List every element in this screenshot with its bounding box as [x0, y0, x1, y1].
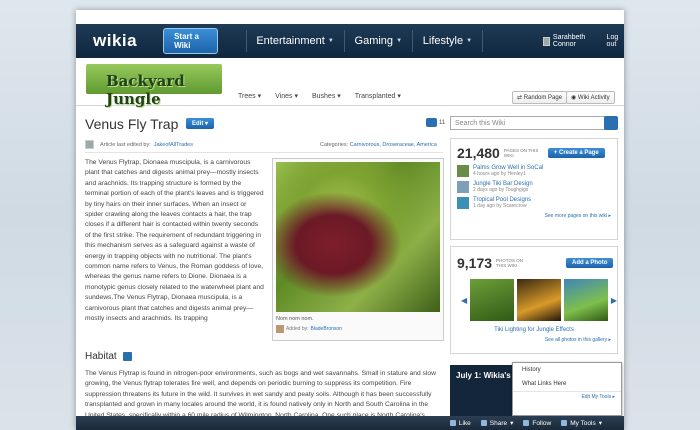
carousel-image[interactable]: [470, 279, 515, 321]
user-menu[interactable]: Sarahbeth Connor: [542, 34, 595, 48]
chevron-left-icon[interactable]: ◀: [461, 296, 467, 305]
photo-attribution: Added by: BladeBronson: [276, 325, 440, 333]
mytools-button[interactable]: My Tools ▾: [561, 419, 602, 427]
photos-module: 9,173 PHOTOS ON THIS WIKI Add a Photo ◀ …: [450, 246, 618, 354]
habitat-paragraph: The Venus Flytrap is found in nitrogen-p…: [85, 370, 436, 419]
category-links[interactable]: Carnivorous, Droseraceae, America: [350, 142, 437, 148]
list-item[interactable]: Palms Grow Well in SoCal 4 hours ago by H…: [457, 165, 617, 177]
categories: Categories: Carnivorous, Droseraceae, Am…: [320, 142, 437, 148]
like-button[interactable]: Like: [449, 420, 471, 427]
wiki-nav: Trees ▾ Vines ▾ Bushes ▾ Transplanted ▾: [238, 92, 401, 100]
chevron-right-icon[interactable]: ▶: [611, 296, 617, 305]
wiki-nav-trees[interactable]: Trees ▾: [238, 92, 261, 100]
global-nav: wikia Start a Wiki Entertainment ▼ Gaming…: [76, 24, 624, 58]
chevron-down-icon: ▼: [396, 38, 403, 44]
last-edited: Article last edited by: JakeofAllTrades: [85, 140, 193, 149]
activity-thumb: [457, 197, 469, 209]
photos-count: 9,173: [457, 255, 493, 271]
wiki-nav-bushes[interactable]: Bushes ▾: [312, 92, 341, 100]
wikia-logo[interactable]: wikia: [93, 31, 137, 51]
random-page-button[interactable]: ⇄ Random Page: [512, 91, 568, 104]
article-photo: Nom nom nom. Added by: BladeBronson: [272, 158, 444, 341]
avatar: [542, 36, 550, 46]
see-more-link[interactable]: See more pages on this wiki ▸: [457, 213, 611, 219]
page-title: Venus Fly Trap: [85, 116, 179, 132]
list-item[interactable]: Tropical Pool Designs 1 day ago by Scarec…: [457, 197, 617, 209]
avatar: [276, 325, 284, 333]
carousel-image[interactable]: [563, 279, 608, 321]
wiki-nav-transplanted[interactable]: Transplanted ▾: [355, 92, 401, 100]
nav-lifestyle[interactable]: Lifestyle ▼: [423, 35, 472, 47]
photos-label: PHOTOS ON THIS WIKI: [496, 258, 523, 268]
wiki-nav-vines[interactable]: Vines ▾: [275, 92, 298, 100]
eye-icon: [523, 420, 530, 426]
pages-count: 21,480: [457, 145, 500, 161]
edit-button[interactable]: Edit ▾: [186, 118, 215, 129]
nav-gaming[interactable]: Gaming ▼: [355, 35, 402, 47]
nav-separator: [412, 30, 413, 52]
start-wiki-button[interactable]: Start a Wiki: [163, 28, 218, 54]
venus-flytrap-image[interactable]: [276, 162, 440, 312]
wiki-header: Backyard Jungle Trees ▾ Vines ▾ Bushes ▾…: [76, 58, 624, 108]
see-gallery-link[interactable]: See all photos in this gallery ▸: [457, 337, 611, 343]
follow-button[interactable]: Follow: [523, 420, 551, 427]
bottom-toolbar: Like Share ▾ Follow My Tools ▾: [76, 416, 624, 430]
activity-thumb: [457, 165, 469, 177]
menu-item-history[interactable]: History: [513, 363, 621, 377]
carousel-image[interactable]: [517, 279, 561, 321]
divider: [85, 152, 443, 153]
wiki-wordmark[interactable]: Backyard Jungle: [86, 64, 222, 108]
photo-carousel: ◀ ▶: [461, 279, 617, 321]
logout-link[interactable]: Log out: [607, 34, 624, 48]
list-item[interactable]: Jungle Tiki Bar Design 2 days ago by Toug…: [457, 181, 617, 193]
nav-entertainment[interactable]: Entertainment ▼: [256, 35, 333, 47]
create-page-button[interactable]: + Create a Page: [547, 148, 605, 158]
share-icon: [480, 420, 487, 426]
nav-separator: [245, 30, 247, 52]
comment-icon: [426, 118, 437, 127]
photo-caption: Nom nom nom.: [276, 316, 314, 322]
pencil-icon[interactable]: [122, 352, 132, 361]
browser-frame: wikia Start a Wiki Entertainment ▼ Gaming…: [76, 10, 624, 430]
pages-module: 21,480 PAGES ON THIS WIKI + Create a Pag…: [450, 138, 618, 240]
nav-separator: [482, 30, 483, 52]
habitat-heading: Habitat: [85, 351, 132, 362]
comments-button[interactable]: 11: [426, 118, 445, 127]
mytools-menu: History What Links Here Edit My Tools ▸: [512, 362, 622, 416]
article-paragraph: The Venus Flytrap, Dionaea muscipula, is…: [85, 159, 264, 323]
share-button[interactable]: Share ▾: [480, 419, 513, 427]
photo-author-link[interactable]: BladeBronson: [311, 326, 342, 332]
menu-item-what-links-here[interactable]: What Links Here: [513, 377, 621, 391]
search-button[interactable]: [604, 116, 618, 130]
wiki-activity-button[interactable]: ◉ Wiki Activity: [566, 91, 615, 104]
wrench-icon: [561, 420, 568, 426]
chevron-down-icon: ▼: [466, 38, 473, 44]
avatar: [85, 140, 94, 149]
chevron-down-icon: ▼: [327, 38, 334, 44]
add-photo-button[interactable]: Add a Photo: [566, 258, 614, 268]
pages-label: PAGES ON THIS WIKI: [503, 148, 539, 158]
nav-separator: [343, 30, 345, 52]
edit-my-tools-link[interactable]: Edit My Tools ▸: [513, 391, 621, 402]
carousel-title[interactable]: Tiki Lighting for Jungle Effects: [451, 327, 617, 333]
search-input[interactable]: Search this Wiki: [450, 116, 616, 130]
thumb-up-icon: [449, 420, 456, 426]
last-editor-link[interactable]: JakeofAllTrades: [154, 142, 193, 148]
activity-thumb: [457, 181, 469, 193]
